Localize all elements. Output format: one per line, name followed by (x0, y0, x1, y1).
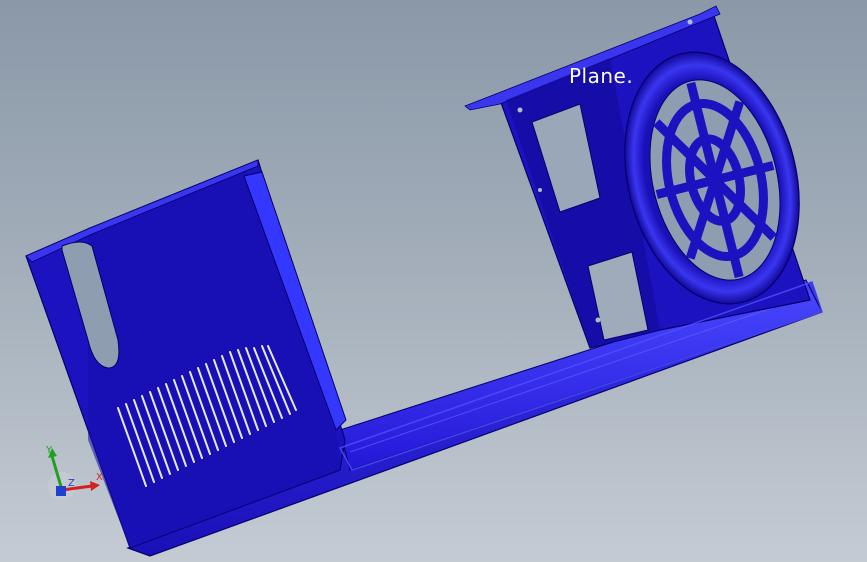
y-axis-label: Y (45, 445, 53, 456)
sheet-metal-enclosure-model[interactable] (0, 0, 867, 562)
axis-triad: Y X Z (45, 445, 103, 500)
graphics-viewport[interactable]: Plane. Y X Z (0, 0, 867, 562)
z-axis-label: Z (68, 478, 75, 489)
x-axis-label: X (96, 472, 103, 483)
plane-label: Plane. (569, 64, 634, 88)
z-axis-arrow (56, 486, 66, 496)
